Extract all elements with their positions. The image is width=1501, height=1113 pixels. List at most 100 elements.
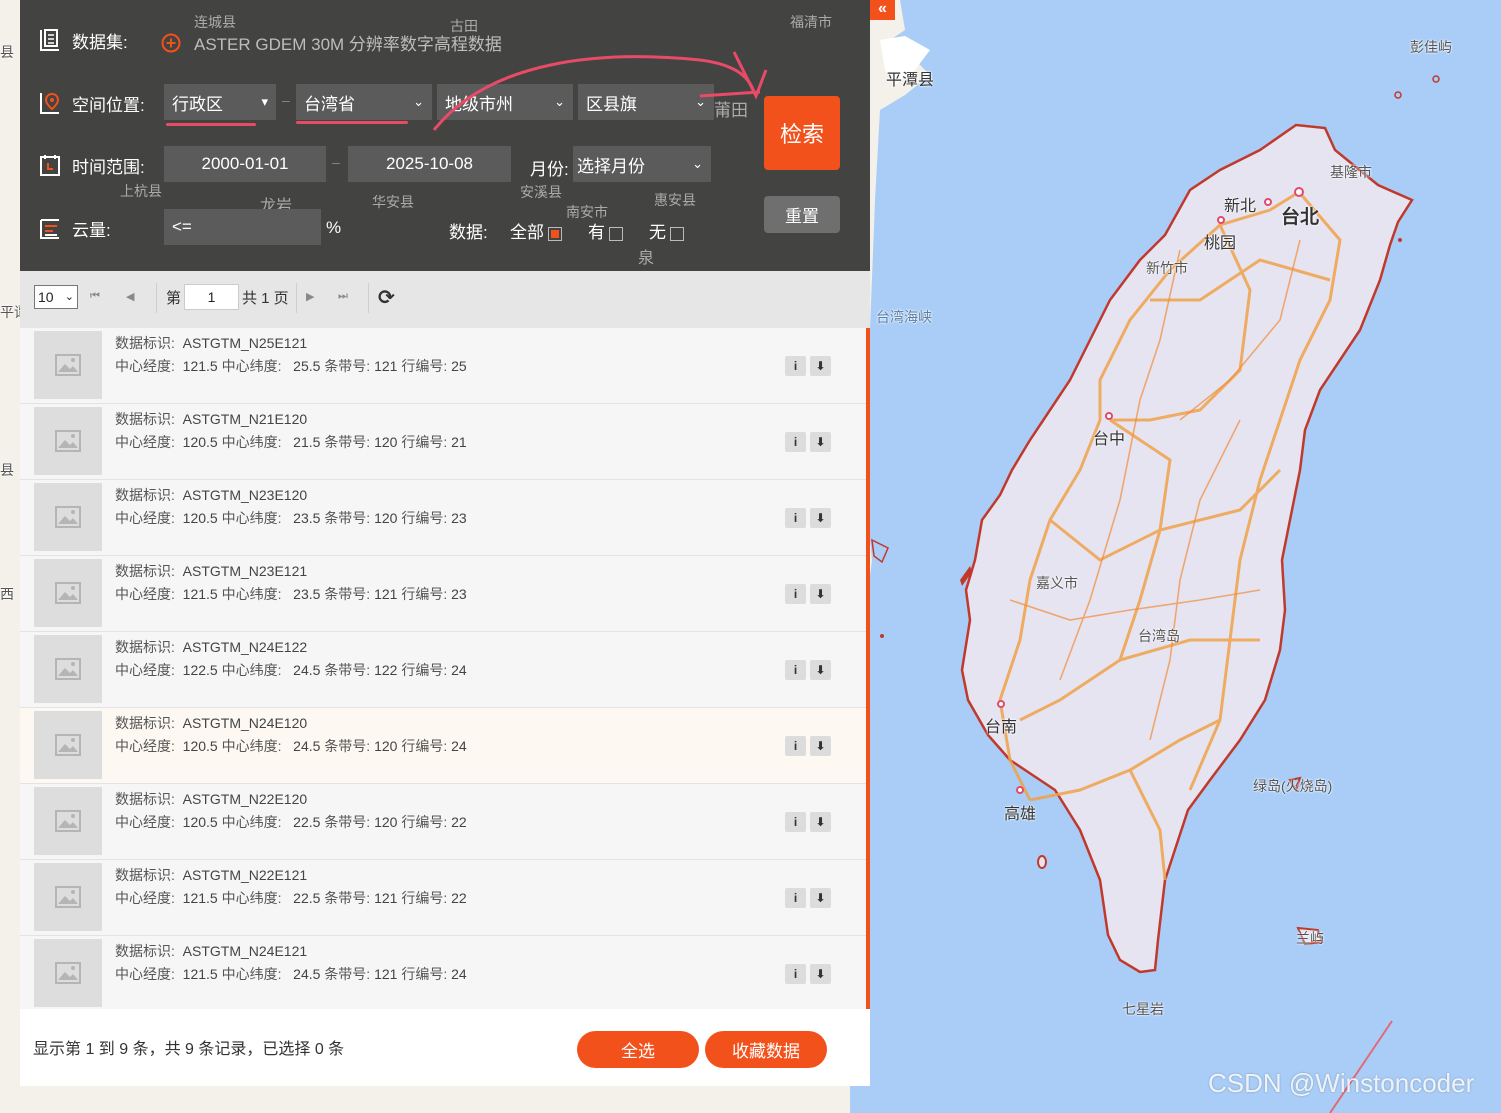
lon-label: 中心经度: — [115, 510, 175, 526]
filter-all-label: 全部 — [510, 223, 544, 242]
next-page-icon[interactable]: ▶ — [306, 290, 314, 303]
list-item[interactable]: 数据标识: ASTGTM_N24E121 中心经度: 121.5 中心纬度: 2… — [20, 936, 866, 1012]
scrollbar[interactable] — [866, 328, 870, 1009]
row-label: 行编号: — [401, 434, 448, 450]
info-button[interactable]: i — [785, 964, 806, 984]
download-button[interactable]: ⬇ — [810, 508, 831, 528]
thumbnail[interactable] — [34, 863, 102, 931]
add-circle-icon[interactable] — [160, 32, 182, 54]
reset-button[interactable]: 重置 — [764, 196, 840, 233]
download-button[interactable]: ⬇ — [810, 736, 831, 756]
filter-none-option[interactable]: 无 — [649, 218, 684, 243]
last-page-icon[interactable]: ⏭ — [338, 290, 348, 303]
dataset-label: 数据集: — [72, 32, 128, 52]
page-number-input[interactable]: 1 — [184, 284, 239, 310]
download-button[interactable]: ⬇ — [810, 584, 831, 604]
info-button[interactable]: i — [785, 508, 806, 528]
download-icon: ⬇ — [815, 815, 826, 829]
download-button[interactable]: ⬇ — [810, 812, 831, 832]
info-button[interactable]: i — [785, 584, 806, 604]
search-button[interactable]: 检索 — [764, 96, 840, 170]
lat-label: 中心纬度: — [221, 434, 282, 450]
map-label-chiayi: 嘉义市 — [1036, 575, 1078, 591]
chevron-down-icon: ⌄ — [64, 291, 74, 303]
item-band: 120 — [374, 814, 398, 830]
page-size-select[interactable]: 10 ⌄ — [34, 285, 78, 309]
item-id: ASTGTM_N22E120 — [182, 791, 308, 807]
start-date-input[interactable]: 2000-01-01 — [164, 146, 326, 182]
thumbnail[interactable] — [34, 939, 102, 1007]
item-row: 23 — [451, 510, 467, 526]
item-lon: 121.5 — [182, 890, 218, 906]
thumbnail[interactable] — [34, 331, 102, 399]
end-date-input[interactable]: 2025-10-08 — [348, 146, 511, 182]
list-item[interactable]: 数据标识: ASTGTM_N24E122 中心经度: 122.5 中心纬度: 2… — [20, 632, 866, 708]
image-placeholder-icon — [55, 810, 81, 832]
item-id-line: 数据标识: ASTGTM_N24E120 — [115, 713, 307, 733]
collapse-panel-button[interactable]: « — [870, 0, 895, 20]
filter-has-option[interactable]: 有 — [588, 218, 623, 243]
province-value: 台湾省 — [304, 94, 355, 114]
thumbnail[interactable] — [34, 787, 102, 855]
map-label-newtaipei: 新北 — [1224, 198, 1257, 215]
checkbox-none[interactable] — [670, 226, 684, 241]
item-lon: 121.5 — [182, 966, 218, 982]
checkbox-has[interactable] — [609, 226, 623, 241]
item-meta-line: 中心经度: 121.5 中心纬度: 23.5 条带号: 121 行编号: 23 — [115, 584, 467, 604]
lat-label: 中心纬度: — [221, 966, 282, 982]
row-label: 行编号: — [401, 358, 448, 374]
refresh-icon[interactable]: ⟳ — [378, 285, 395, 310]
info-button[interactable]: i — [785, 888, 806, 908]
item-id: ASTGTM_N23E120 — [182, 487, 308, 503]
list-item[interactable]: 数据标识: ASTGTM_N23E120 中心经度: 120.5 中心纬度: 2… — [20, 480, 866, 556]
download-button[interactable]: ⬇ — [810, 888, 831, 908]
lon-label: 中心经度: — [115, 358, 175, 374]
info-button[interactable]: i — [785, 736, 806, 756]
province-select[interactable]: 台湾省 ⌄ — [296, 84, 432, 120]
map-label-taoyuan: 桃园 — [1204, 235, 1237, 252]
lat-label: 中心纬度: — [221, 586, 282, 602]
thumbnail[interactable] — [34, 635, 102, 703]
location-type-select[interactable]: 行政区 ▾ — [164, 84, 276, 120]
map-label-qixingyan: 七星岩 — [1122, 1001, 1164, 1017]
download-button[interactable]: ⬇ — [810, 660, 831, 680]
thumbnail[interactable] — [34, 711, 102, 779]
item-id: ASTGTM_N23E121 — [182, 563, 308, 579]
item-meta-line: 中心经度: 121.5 中心纬度: 25.5 条带号: 121 行编号: 25 — [115, 356, 467, 376]
month-select[interactable]: 选择月份 ⌄ — [573, 146, 711, 182]
list-item[interactable]: 数据标识: ASTGTM_N21E120 中心经度: 120.5 中心纬度: 2… — [20, 404, 866, 480]
thumbnail[interactable] — [34, 559, 102, 627]
item-meta-line: 中心经度: 121.5 中心纬度: 24.5 条带号: 121 行编号: 24 — [115, 964, 467, 984]
id-label: 数据标识: — [115, 335, 175, 351]
item-lat: 25.5 — [293, 358, 321, 374]
download-button[interactable]: ⬇ — [810, 356, 831, 376]
divider — [296, 283, 297, 313]
band-label: 条带号: — [324, 738, 371, 754]
list-item[interactable]: 数据标识: ASTGTM_N25E121 中心经度: 121.5 中心纬度: 2… — [20, 328, 866, 404]
map-label-left-edge-4: 县 — [0, 462, 14, 478]
cloud-input[interactable]: <= — [164, 209, 321, 245]
item-id: ASTGTM_N24E122 — [182, 639, 308, 655]
info-button[interactable]: i — [785, 812, 806, 832]
list-item[interactable]: 数据标识: ASTGTM_N24E120 中心经度: 120.5 中心纬度: 2… — [20, 708, 866, 784]
filter-all-option[interactable]: 全部 — [510, 218, 562, 243]
list-item[interactable]: 数据标识: ASTGTM_N23E121 中心经度: 121.5 中心纬度: 2… — [20, 556, 866, 632]
thumbnail[interactable] — [34, 483, 102, 551]
info-button[interactable]: i — [785, 660, 806, 680]
favorite-data-button[interactable]: 收藏数据 — [705, 1031, 827, 1068]
info-button[interactable]: i — [785, 356, 806, 376]
info-button[interactable]: i — [785, 432, 806, 452]
item-id-line: 数据标识: ASTGTM_N25E121 — [115, 333, 307, 353]
download-button[interactable]: ⬇ — [810, 964, 831, 984]
list-item[interactable]: 数据标识: ASTGTM_N22E120 中心经度: 120.5 中心纬度: 2… — [20, 784, 866, 860]
select-all-button[interactable]: 全选 — [577, 1031, 699, 1068]
list-item[interactable]: 数据标识: ASTGTM_N22E121 中心经度: 121.5 中心纬度: 2… — [20, 860, 866, 936]
thumbnail[interactable] — [34, 407, 102, 475]
first-page-icon[interactable]: ⏮ — [90, 290, 100, 303]
item-lat: 24.5 — [293, 738, 321, 754]
band-label: 条带号: — [324, 966, 371, 982]
prev-page-icon[interactable]: ◀ — [126, 290, 134, 303]
map-label-pengjiayu: 彭佳屿 — [1410, 39, 1452, 55]
download-button[interactable]: ⬇ — [810, 432, 831, 452]
checkbox-all[interactable] — [548, 226, 562, 241]
